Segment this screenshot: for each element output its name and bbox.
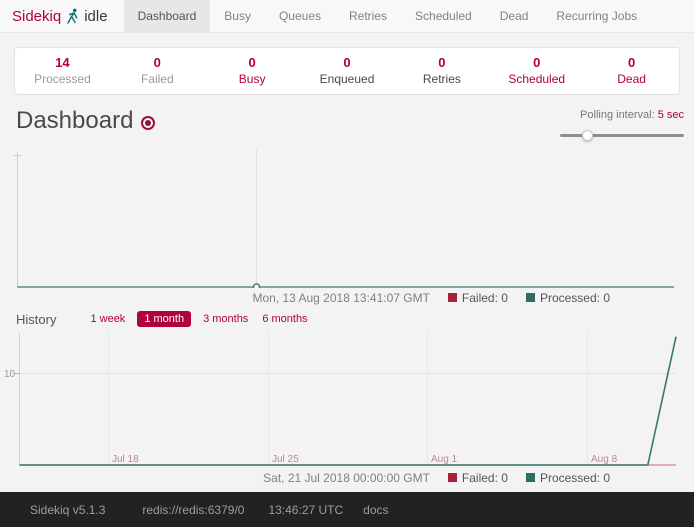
nav-tabs: Dashboard Busy Queues Retries Scheduled …: [124, 0, 652, 32]
realtime-legend-processed: Processed: 0: [526, 291, 610, 305]
polling-interval: Polling interval: 5 sec: [560, 107, 684, 140]
stat-scheduled: 0 Scheduled: [489, 55, 584, 86]
x-tick-label-aug8: Aug 8: [591, 454, 618, 465]
stat-processed-label[interactable]: Processed: [15, 72, 110, 86]
footer-bar: Sidekiq v5.1.3 redis://redis:6379/0 13:4…: [0, 492, 694, 527]
stat-dead-count: 0: [584, 55, 679, 70]
polling-interval-slider[interactable]: [560, 130, 684, 140]
polling-interval-label: Polling interval:: [580, 109, 655, 121]
stat-busy-label[interactable]: Busy: [205, 72, 300, 86]
stat-busy: 0 Busy: [205, 55, 300, 86]
range-1-week[interactable]: 1 week: [88, 311, 127, 327]
summary-bar: 14 Processed 0 Failed 0 Busy 0 Enqueued …: [14, 47, 680, 95]
slider-track: [560, 134, 684, 137]
history-legend: Sat, 21 Jul 2018 00:00:00 GMT Failed: 0 …: [0, 470, 694, 485]
stat-scheduled-label[interactable]: Scheduled: [489, 72, 584, 86]
history-legend-failed: Failed: 0: [448, 471, 508, 485]
sidekiq-gymnast-icon: [66, 8, 79, 25]
stat-failed: 0 Failed: [110, 55, 205, 86]
tab-queues[interactable]: Queues: [265, 0, 335, 32]
stat-busy-count: 0: [205, 55, 300, 70]
stat-processed: 14 Processed: [15, 55, 110, 86]
brand[interactable]: Sidekiq idle: [0, 0, 116, 32]
history-chart-svg: 10 Jul 18 Jul 25 Aug 1 Aug 8: [0, 331, 694, 467]
stat-enqueued: 0 Enqueued: [300, 55, 395, 86]
brand-name: Sidekiq: [12, 8, 61, 25]
dashboard-header-row: Dashboard Polling interval: 5 sec: [0, 95, 694, 140]
live-beacon-icon: [141, 116, 155, 130]
top-navbar: Sidekiq idle Dashboard Busy Queues Retri…: [0, 0, 694, 33]
footer-redis-url: redis://redis:6379/0: [142, 503, 244, 517]
page-title: Dashboard: [16, 107, 133, 135]
cursor-point: [254, 284, 260, 288]
stat-retries-count: 0: [394, 55, 489, 70]
range-1-month[interactable]: 1 month: [137, 311, 191, 327]
stat-enqueued-label[interactable]: Enqueued: [300, 72, 395, 86]
stat-retries: 0 Retries: [394, 55, 489, 86]
realtime-legend: Mon, 13 Aug 2018 13:41:07 GMT Failed: 0 …: [0, 290, 694, 305]
slider-thumb[interactable]: [582, 130, 593, 141]
tab-dead[interactable]: Dead: [486, 0, 543, 32]
stat-dead: 0 Dead: [584, 55, 679, 86]
footer-server-time: 13:46:27 UTC: [268, 503, 343, 517]
realtime-legend-timestamp: Mon, 13 Aug 2018 13:41:07 GMT: [252, 291, 429, 305]
tab-scheduled[interactable]: Scheduled: [401, 0, 486, 32]
realtime-processed-value: Processed: 0: [540, 291, 610, 305]
realtime-failed-value: Failed: 0: [462, 291, 508, 305]
history-title: History: [16, 312, 56, 327]
stat-enqueued-count: 0: [300, 55, 395, 70]
stat-dead-label[interactable]: Dead: [584, 72, 679, 86]
footer-version: Sidekiq v5.1.3: [30, 503, 105, 517]
polling-interval-value: 5 sec: [658, 109, 684, 121]
x-tick-label-jul25: Jul 25: [272, 454, 299, 465]
processed-series-line: [20, 337, 677, 465]
footer-docs-link[interactable]: docs: [363, 503, 388, 517]
stat-retries-label[interactable]: Retries: [394, 72, 489, 86]
realtime-legend-failed: Failed: 0: [448, 291, 508, 305]
history-failed-value: Failed: 0: [462, 471, 508, 485]
x-tick-label-jul18: Jul 18: [112, 454, 139, 465]
processed-swatch-icon: [526, 293, 535, 302]
history-chart: 10 Jul 18 Jul 25 Aug 1 Aug 8: [0, 331, 694, 467]
tab-recurring-jobs[interactable]: Recurring Jobs: [542, 0, 651, 32]
history-legend-timestamp: Sat, 21 Jul 2018 00:00:00 GMT: [263, 471, 430, 485]
tab-retries[interactable]: Retries: [335, 0, 401, 32]
realtime-chart: [0, 148, 694, 288]
stat-failed-label[interactable]: Failed: [110, 72, 205, 86]
stat-processed-count: 14: [15, 55, 110, 70]
tab-busy[interactable]: Busy: [210, 0, 265, 32]
x-tick-label-aug1: Aug 1: [431, 454, 458, 465]
stat-scheduled-count: 0: [489, 55, 584, 70]
failed-swatch-icon: [448, 293, 457, 302]
processed-swatch-icon: [526, 473, 535, 482]
stat-failed-count: 0: [110, 55, 205, 70]
process-status: idle: [84, 8, 107, 25]
history-header: History 1 week 1 month 3 months 6 months: [0, 305, 694, 329]
range-6-months[interactable]: 6 months: [260, 311, 309, 327]
history-processed-value: Processed: 0: [540, 471, 610, 485]
history-legend-processed: Processed: 0: [526, 471, 610, 485]
tab-dashboard[interactable]: Dashboard: [124, 0, 211, 32]
range-3-months[interactable]: 3 months: [201, 311, 250, 327]
realtime-chart-svg: [0, 148, 694, 288]
y-tick-label-10: 10: [4, 369, 16, 380]
failed-swatch-icon: [448, 473, 457, 482]
